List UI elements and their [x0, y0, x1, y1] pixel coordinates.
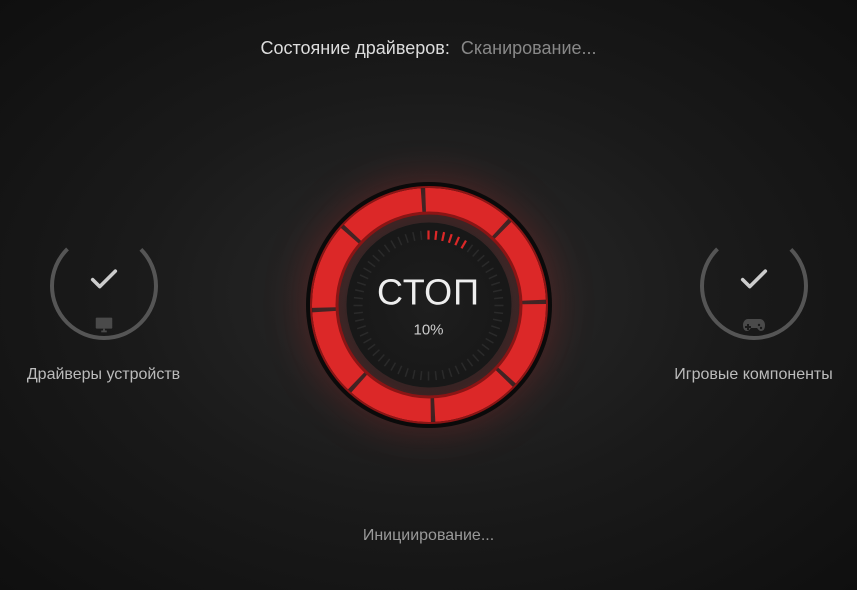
stop-scan-button[interactable]: СТОП 10%: [304, 180, 554, 430]
check-icon: [87, 263, 121, 302]
device-drivers-circle: [44, 226, 164, 346]
dial-center: СТОП 10%: [346, 223, 511, 388]
stop-label: СТОП: [377, 272, 480, 314]
gamepad-icon: [742, 318, 766, 341]
game-components-circle: [694, 226, 814, 346]
status-value: Сканирование...: [461, 38, 597, 58]
status-header: Состояние драйверов: Сканирование...: [0, 38, 857, 59]
progress-percent: 10%: [413, 322, 443, 339]
main-area: Драйверы устройств СТОП 10%: [0, 180, 857, 430]
device-drivers-panel[interactable]: Драйверы устройств: [4, 226, 204, 384]
check-icon: [737, 263, 771, 302]
device-drivers-label: Драйверы устройств: [27, 366, 180, 384]
game-components-label: Игровые компоненты: [674, 366, 833, 384]
status-footer: Инициирование...: [0, 527, 857, 545]
game-components-panel[interactable]: Игровые компоненты: [654, 226, 854, 384]
status-label: Состояние драйверов:: [260, 38, 449, 58]
monitor-icon: [93, 314, 115, 341]
